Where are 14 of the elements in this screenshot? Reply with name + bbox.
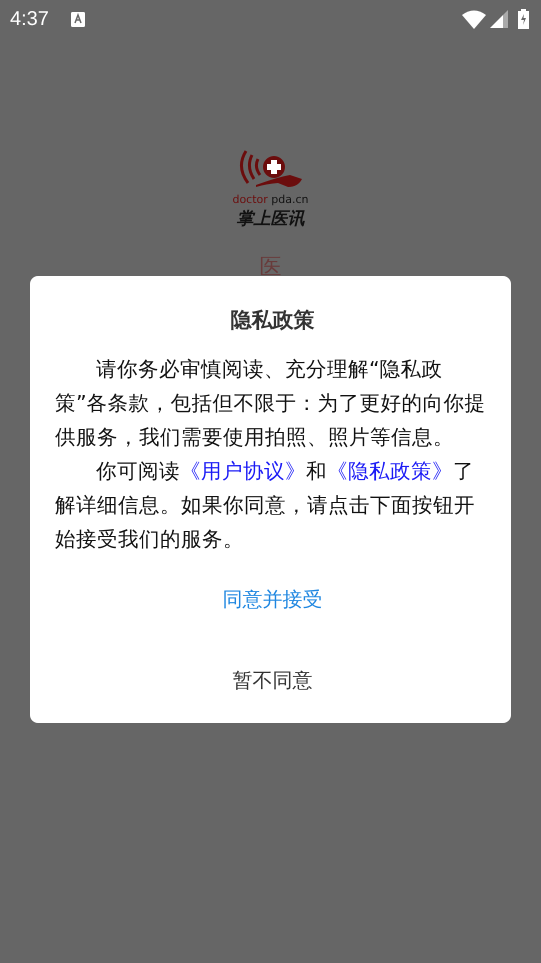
app-name: 掌上医讯 <box>236 208 304 230</box>
dialog-title: 隐私政策 <box>230 307 316 334</box>
signal-icon <box>490 10 508 28</box>
agree-button[interactable]: 同意并接受 <box>210 578 334 621</box>
dialog-paragraph: 请你务必审慎阅读、充分理解“隐私政策”各条款，包括但不限于：为了更好的向你提供服务，我们需要使用拍照、照片等信息。 <box>55 356 487 451</box>
policy-link[interactable]: 《用户协议》 <box>180 459 306 483</box>
clock: 4:37 <box>10 8 49 30</box>
keyboard-notification-icon <box>70 12 85 26</box>
dialog-paragraph: 你可阅读《用户协议》和《隐私政策》了解详细信息。如果你同意，请点击下面按钮开始接受我们的服务。 <box>55 458 476 553</box>
decline-button[interactable]: 暂不同意 <box>220 659 324 702</box>
domain-text: doctor pda.cn <box>232 193 309 206</box>
policy-link[interactable]: 《隐私政策》 <box>327 459 453 483</box>
battery-charging-icon <box>518 9 529 29</box>
wifi-icon <box>462 10 486 28</box>
